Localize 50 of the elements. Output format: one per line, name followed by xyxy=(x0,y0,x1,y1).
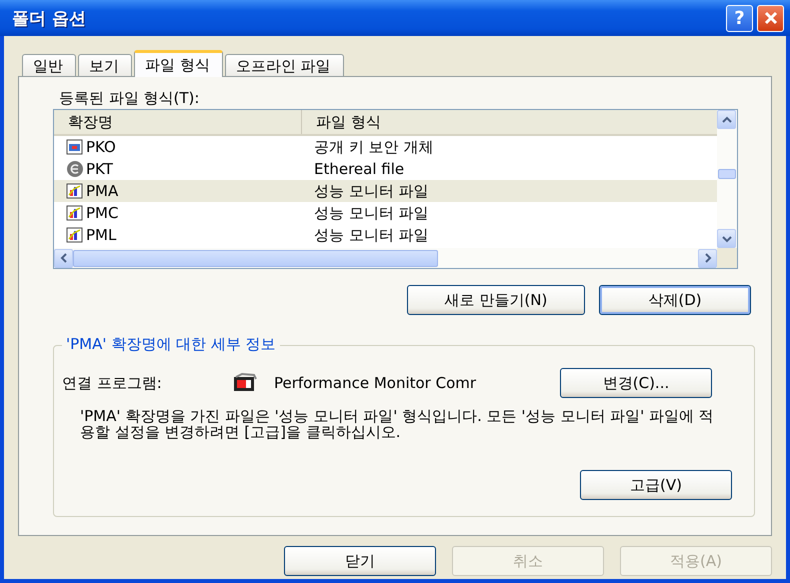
scroll-up-button[interactable] xyxy=(717,110,736,129)
vertical-scrollbar[interactable] xyxy=(717,110,737,248)
scrollbar-corner xyxy=(717,248,737,268)
list-row[interactable]: PMA 성능 모니터 파일 xyxy=(54,180,717,202)
dialog-button[interactable]: 삭제(D) xyxy=(599,285,751,315)
list-row[interactable]: PKO 공개 키 보안 개체 xyxy=(54,136,717,158)
file-type-cell-text: Ethereal file xyxy=(313,160,404,178)
extension-cell: PKT xyxy=(86,160,113,178)
column-header[interactable]: 파일 형식 xyxy=(302,110,381,134)
dialog-button[interactable]: 닫기 xyxy=(284,546,436,576)
disc-icon xyxy=(66,160,84,178)
scroll-right-button[interactable] xyxy=(698,248,717,268)
scroll-left-button[interactable] xyxy=(54,248,73,268)
extension-cell: PML xyxy=(86,226,116,244)
chart-file-icon xyxy=(66,182,84,200)
opens-with-label: 연결 프로그램: xyxy=(62,374,163,392)
advanced-button[interactable]: 고급(V) xyxy=(580,470,732,500)
tab[interactable]: 일반 xyxy=(22,54,76,77)
file-type-cell-text: 성능 모니터 파일 xyxy=(313,182,429,200)
description-text: 'PMA' 확장명을 가진 파일은 '성능 모니터 파일' 형식입니다. 모든 '성능 모니터 파일' 파일에 적용할 설정을 변경하려면 [고급]을 클릭하십시오. xyxy=(80,408,715,440)
chart-file-icon xyxy=(66,204,84,222)
chart-file-icon xyxy=(66,226,84,244)
scroll-down-button[interactable] xyxy=(717,229,736,248)
window-title: 폴더 옵션 xyxy=(12,8,86,30)
list-row[interactable]: PKT Ethereal file xyxy=(54,158,717,180)
extension-cell: PMC xyxy=(86,204,118,222)
file-type-cell-text: 성능 모니터 파일 xyxy=(313,204,429,222)
scroll-thumb[interactable] xyxy=(73,250,438,266)
program-name: Performance Monitor Comr xyxy=(274,374,478,392)
horizontal-scrollbar[interactable] xyxy=(54,248,737,268)
group-title: 'PMA' 확장명에 대한 세부 정보 xyxy=(62,335,280,354)
change-button[interactable]: 변경(C)... xyxy=(560,368,712,398)
close-icon[interactable] xyxy=(762,10,778,26)
column-header[interactable]: 확장명 xyxy=(54,110,302,134)
file-icon xyxy=(66,138,84,156)
file-type-cell-text: 성능 모니터 파일 xyxy=(313,226,429,244)
list-row[interactable]: PML 성능 모니터 파일 xyxy=(54,224,717,246)
dialog-button[interactable]: 새로 만들기(N) xyxy=(407,285,585,315)
extension-cell: PKO xyxy=(86,138,116,156)
list-label: 등록된 파일 형식(T): xyxy=(59,88,200,109)
tab[interactable]: 보기 xyxy=(78,54,132,77)
scroll-thumb[interactable] xyxy=(718,169,736,179)
file-type-cell-text: 공개 키 보안 개체 xyxy=(313,138,434,156)
tab[interactable]: 파일 형식 xyxy=(134,50,223,77)
list-row[interactable]: PMC 성능 모니터 파일 xyxy=(54,202,717,224)
tab[interactable]: 오프라인 파일 xyxy=(224,54,344,77)
help-button[interactable]: ? xyxy=(726,4,753,32)
close-button[interactable] xyxy=(757,4,784,32)
program-icon xyxy=(232,373,258,393)
extension-cell: PMA xyxy=(86,182,118,200)
